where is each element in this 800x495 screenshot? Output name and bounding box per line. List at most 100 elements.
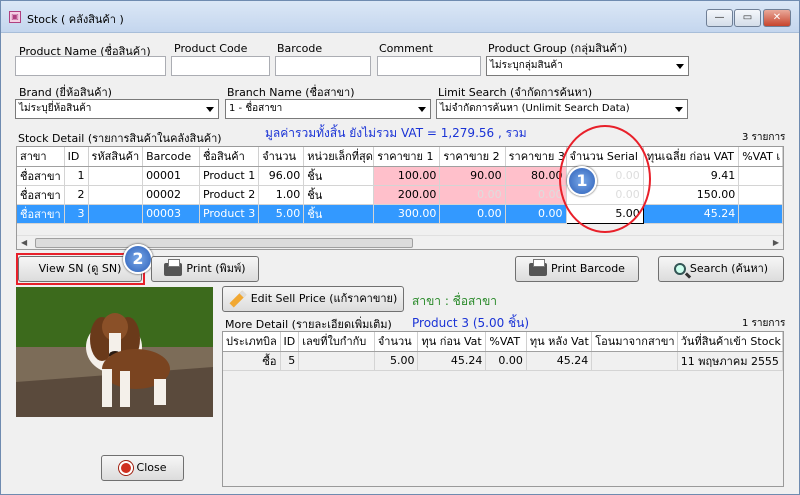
- more-table-cell: [591, 351, 678, 371]
- limit-search-select[interactable]: ไม่จำกัดการค้นหา (Unlimit Search Data): [436, 99, 688, 119]
- more-detail-grid[interactable]: ประเภทบิล ID เลขที่ใบกำกับ จำนวน ทุน ก่อน Va…: [222, 331, 784, 487]
- scroll-thumb[interactable]: [35, 238, 413, 248]
- stock-grid[interactable]: สาขา ID รหัสสินค้า Barcode ชื่อสินค้า จำนวน หน…: [16, 146, 784, 250]
- stock-table-cell: [738, 204, 783, 224]
- barcode-input[interactable]: [275, 56, 371, 76]
- maximize-button[interactable]: ▭: [734, 9, 761, 27]
- scroll-left-icon[interactable]: ◀: [21, 238, 27, 247]
- more-table-cell: 45.24: [526, 351, 593, 371]
- stock-column-header[interactable]: %VAT เ: [738, 147, 783, 167]
- stock-table-cell: 0.00: [505, 204, 567, 224]
- stock-column-header[interactable]: ราคาขาย 1: [373, 147, 441, 167]
- product-name-input[interactable]: [15, 56, 166, 76]
- stock-column-header[interactable]: ID: [64, 147, 89, 167]
- print-barcode-label: Print Barcode: [551, 262, 625, 275]
- chevron-down-icon: [206, 107, 214, 112]
- barcode-label: Barcode: [277, 42, 323, 55]
- stock-table-cell: 3: [64, 204, 89, 224]
- search-icon: [673, 263, 686, 275]
- stock-table-cell: 00003: [142, 204, 200, 224]
- product-group-label: Product Group (กลุ่มสินค้า): [488, 42, 628, 55]
- stock-table-cell: 1: [64, 166, 89, 186]
- stock-table-cell: 2: [64, 185, 89, 205]
- app-icon: ▣: [9, 11, 21, 23]
- stock-table: สาขา ID รหัสสินค้า Barcode ชื่อสินค้า จำนวน หน…: [17, 147, 783, 224]
- stock-table-cell: 9.41: [643, 166, 740, 186]
- more-column-header[interactable]: %VAT: [485, 332, 527, 352]
- title-bar: ▣ Stock ( คลังสินค้า ) — ▭ ✕: [1, 1, 799, 33]
- more-column-header[interactable]: ประเภทบิล: [223, 332, 281, 352]
- dog-picture: [16, 287, 213, 417]
- stock-column-header[interactable]: หน่วยเล็กที่สุด: [303, 147, 375, 167]
- stock-table-cell: 150.00: [643, 185, 740, 205]
- stock-table-cell: ชิ้น: [303, 204, 375, 224]
- more-detail-table: ประเภทบิล ID เลขที่ใบกำกับ จำนวน ทุน ก่อน Va…: [223, 332, 783, 371]
- product-code-input[interactable]: [171, 56, 270, 76]
- stock-column-header[interactable]: ชื่อสินค้า: [199, 147, 260, 167]
- search-button-label: Search (ค้นหา): [689, 262, 769, 275]
- stock-column-header[interactable]: ราคาขาย 2: [439, 147, 506, 167]
- pencil-icon: [229, 290, 247, 308]
- more-column-header[interactable]: ID: [280, 332, 300, 352]
- more-table-cell: 5: [280, 351, 300, 371]
- stock-window: ▣ Stock ( คลังสินค้า ) — ▭ ✕ Product Nam…: [0, 0, 800, 495]
- comment-input[interactable]: [377, 56, 481, 76]
- branch-select[interactable]: 1 - ชื่อสาขา: [225, 99, 431, 119]
- chevron-down-icon: [675, 107, 683, 112]
- stock-table-cell: 100.00: [373, 166, 441, 186]
- stock-table-cell: [88, 185, 144, 205]
- print-button[interactable]: Print (พิมพ์): [151, 256, 259, 282]
- chevron-down-icon: [418, 107, 426, 112]
- stock-detail-title: Stock Detail (รายการสินค้าในคลังสินค้า): [18, 132, 222, 145]
- brand-value: ไม่ระบุยี่ห้อสินค้า: [19, 103, 92, 114]
- close-button[interactable]: Close: [101, 455, 184, 481]
- stock-table-cell: Product 3: [199, 204, 260, 224]
- stock-column-header[interactable]: รหัสสินค้า: [88, 147, 144, 167]
- minimize-button[interactable]: —: [706, 9, 733, 27]
- more-table-cell: 0.00: [485, 351, 527, 371]
- stock-column-header[interactable]: ราคาขาย 3: [505, 147, 567, 167]
- close-window-button[interactable]: ✕: [763, 9, 791, 27]
- stock-table-cell: [738, 185, 783, 205]
- scroll-right-icon[interactable]: ▶: [773, 238, 779, 247]
- stock-table-cell: ชิ้น: [303, 185, 375, 205]
- limit-search-value: ไม่จำกัดการค้นหา (Unlimit Search Data): [440, 103, 630, 114]
- stock-table-cell: 45.24: [643, 204, 740, 224]
- search-button[interactable]: Search (ค้นหา): [658, 256, 784, 282]
- brand-select[interactable]: ไม่ระบุยี่ห้อสินค้า: [15, 99, 219, 119]
- product-code-label: Product Code: [174, 42, 248, 55]
- chevron-down-icon: [676, 64, 684, 69]
- stock-table-row[interactable]: ชื่อสาขา 3 00003 Product 3 5.00 ชิ้น 300.00 0.0…: [17, 203, 783, 224]
- stock-table-row[interactable]: ชื่อสาขา 2 00002 Product 2 1.00 ชิ้น 200.00 0.0…: [17, 185, 783, 205]
- stock-column-header[interactable]: จำนวน: [258, 147, 305, 167]
- more-column-header[interactable]: ทุน หลัง Vat: [526, 332, 593, 352]
- printer-icon: [164, 258, 183, 276]
- stock-table-cell: 0.00: [439, 185, 506, 205]
- stock-table-cell: 90.00: [439, 166, 506, 186]
- more-table-row[interactable]: ซื้อ 5 5.00 45.24 0.00 45.24 11 พฤษภาคม 2555: [223, 351, 783, 371]
- stock-table-cell: 200.00: [373, 185, 441, 205]
- stock-table-cell: ชื่อสาขา: [17, 204, 65, 224]
- stock-table-cell: 0.00: [439, 204, 506, 224]
- stock-table-cell: 96.00: [258, 166, 305, 186]
- more-column-header[interactable]: จำนวน: [374, 332, 419, 352]
- more-column-header[interactable]: วันที่สินค้าเข้า Stock: [677, 332, 783, 352]
- stock-count: 3 รายการ: [742, 132, 786, 143]
- branch-value: 1 - ชื่อสาขา: [229, 103, 283, 114]
- stock-column-header[interactable]: Barcode: [142, 147, 200, 167]
- stock-column-header[interactable]: สาขา: [17, 147, 65, 167]
- annotation-badge-2: 2: [123, 244, 153, 274]
- more-column-header[interactable]: โอนมาจากสาขา: [591, 332, 678, 352]
- product-group-select[interactable]: ไม่ระบุกลุ่มสินค้า: [486, 56, 689, 76]
- stock-table-cell: 5.00: [258, 204, 305, 224]
- stock-table-cell: ชื่อสาขา: [17, 166, 65, 186]
- print-barcode-button[interactable]: Print Barcode: [515, 256, 639, 282]
- stock-column-header[interactable]: ทุนเฉลี่ย ก่อน VAT: [643, 147, 740, 167]
- stock-table-cell: Product 1: [199, 166, 260, 186]
- more-column-header[interactable]: ทุน ก่อน Vat: [417, 332, 487, 352]
- stock-table-cell: 00001: [142, 166, 200, 186]
- more-column-header[interactable]: เลขที่ใบกำกับ: [298, 332, 375, 352]
- stock-table-row[interactable]: ชื่อสาขา 1 00001 Product 1 96.00 ชิ้น 100.00 90…: [17, 166, 783, 186]
- product-group-value: ไม่ระบุกลุ่มสินค้า: [490, 60, 563, 71]
- edit-sell-price-button[interactable]: Edit Sell Price (แก้ราคาขาย): [222, 286, 404, 312]
